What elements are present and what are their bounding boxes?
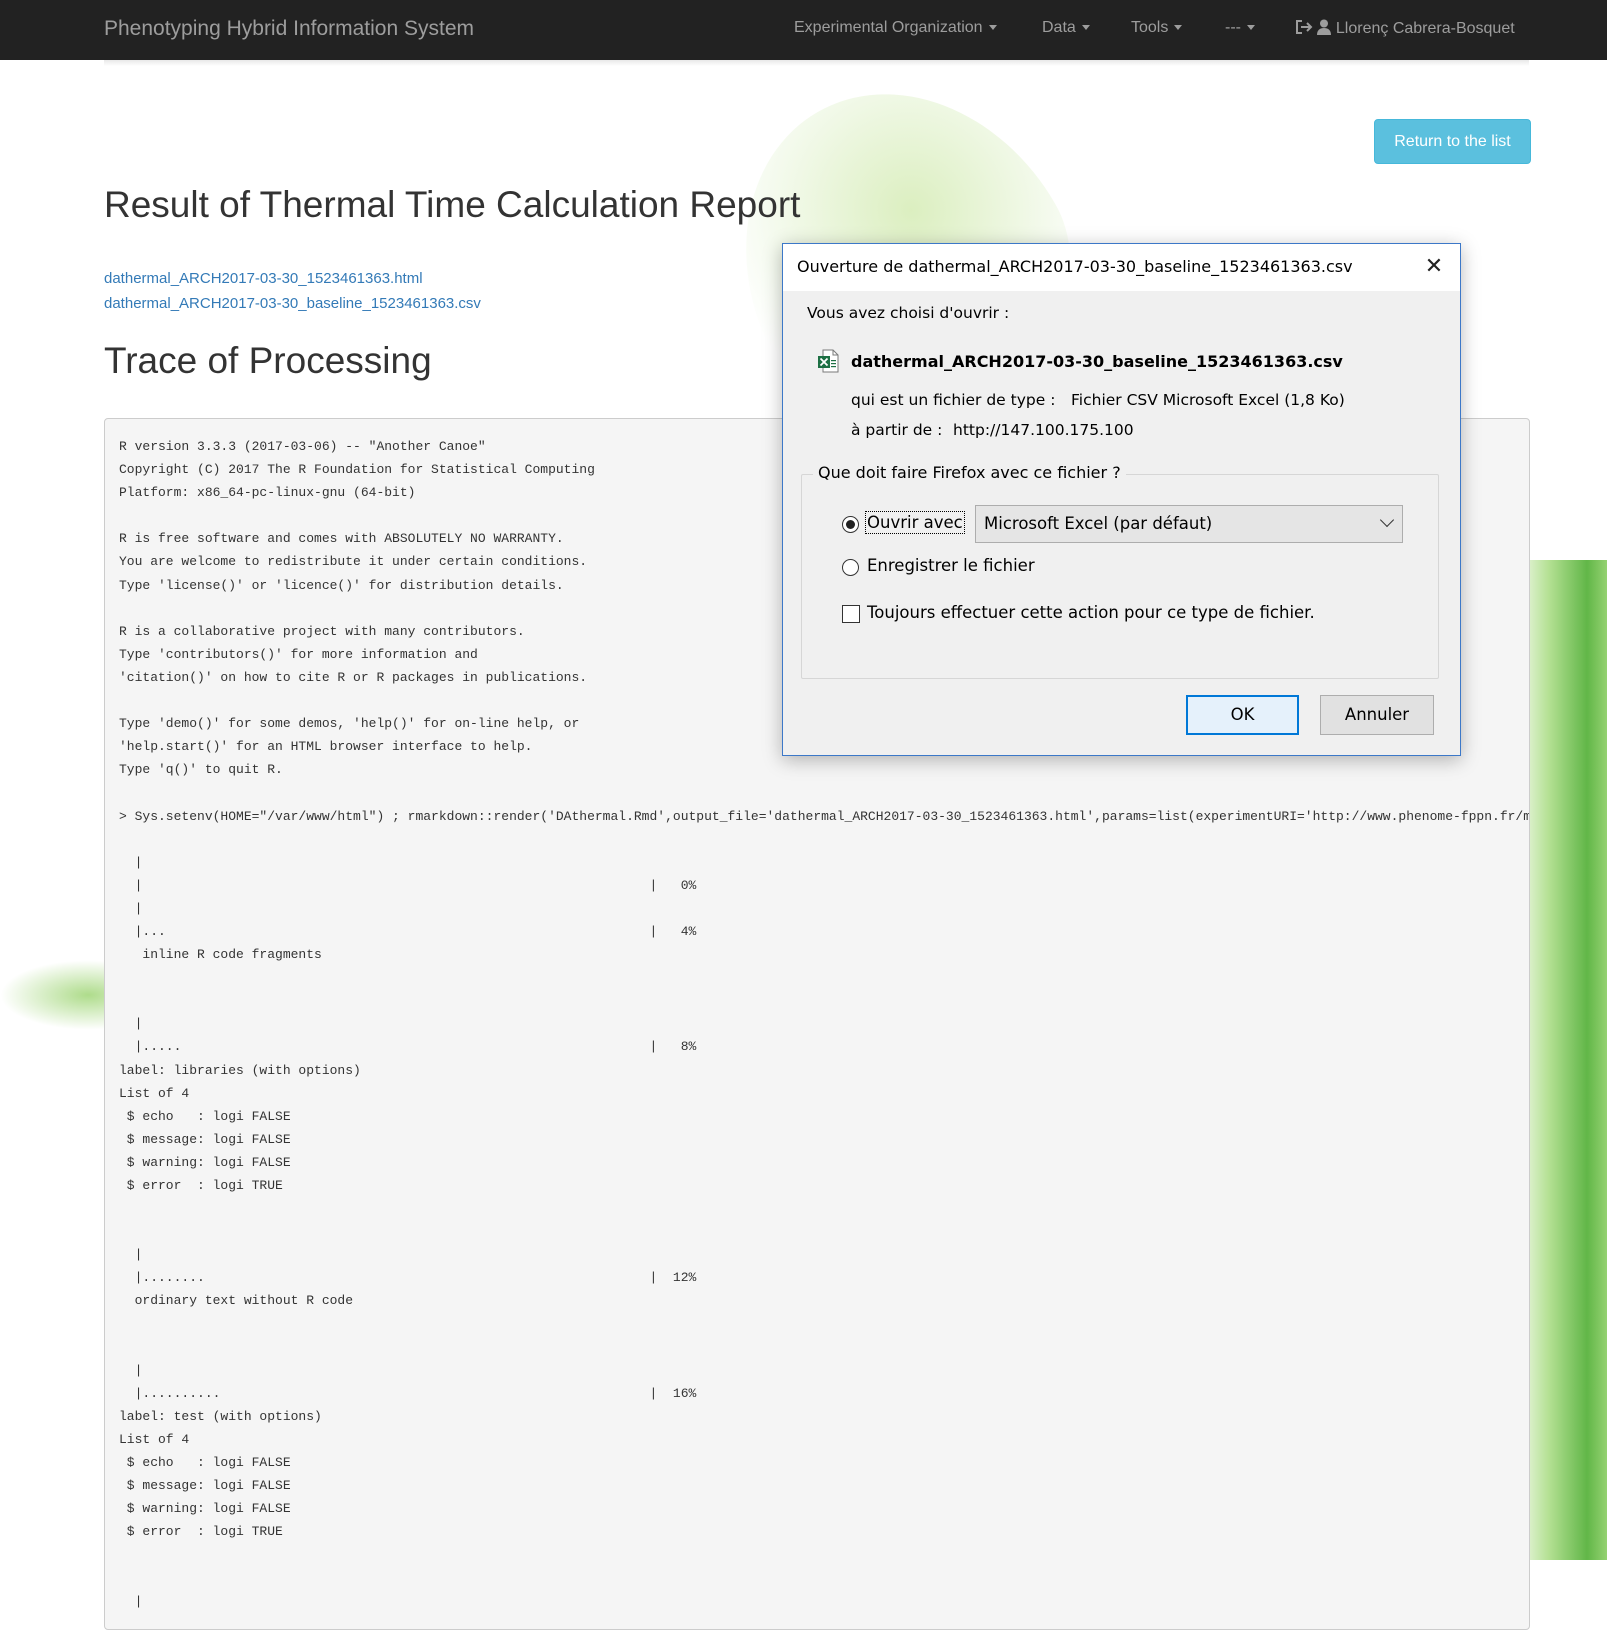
brand-link[interactable]: Phenotyping Hybrid Information System (104, 17, 474, 41)
nav-experimental-organization[interactable]: Experimental Organization (794, 19, 997, 37)
cancel-button[interactable]: Annuler (1320, 695, 1434, 735)
dialog-titlebar[interactable]: Ouverture de dathermal_ARCH2017-03-30_ba… (783, 244, 1460, 291)
nav-data[interactable]: Data (1042, 19, 1090, 37)
open-with-radio[interactable] (842, 516, 859, 533)
ok-button[interactable]: OK (1186, 695, 1299, 735)
caret-down-icon (1081, 25, 1090, 31)
trace-title: Trace of Processing (104, 340, 432, 381)
user-icon (1317, 19, 1332, 35)
user-name: Llorenç Cabrera-Bosquet (1335, 20, 1515, 37)
logout-icon (1296, 20, 1313, 34)
caret-down-icon (988, 25, 997, 31)
nav-more[interactable]: --- (1225, 19, 1255, 37)
nav-label: Experimental Organization (794, 19, 983, 36)
csv-report-link[interactable]: dathermal_ARCH2017-03-30_baseline_152346… (104, 295, 481, 312)
file-source-value: http://147.100.175.100 (953, 421, 1134, 439)
nav-user-logout[interactable]: Llorenç Cabrera-Bosquet (1295, 19, 1515, 38)
background-leaf-decoration (0, 960, 110, 1030)
navbar-shadow (104, 60, 1529, 66)
file-source-label: à partir de : (851, 421, 943, 439)
dialog-intro: Vous avez choisi d'ouvrir : (807, 304, 1010, 322)
nav-tools[interactable]: Tools (1131, 19, 1183, 37)
dialog-title: Ouverture de dathermal_ARCH2017-03-30_ba… (797, 257, 1353, 276)
caret-down-icon (1246, 25, 1255, 31)
html-report-link[interactable]: dathermal_ARCH2017-03-30_1523461363.html (104, 270, 423, 287)
close-icon[interactable]: ✕ (1419, 252, 1449, 282)
caret-down-icon (1174, 25, 1183, 31)
open-file-dialog: Ouverture de dathermal_ARCH2017-03-30_ba… (782, 243, 1461, 756)
action-group-label: Que doit faire Firefox avec ce fichier ? (813, 463, 1126, 482)
file-type-label: qui est un fichier de type : (851, 391, 1056, 409)
excel-file-icon (818, 349, 839, 373)
return-to-list-button[interactable]: Return to the list (1374, 119, 1531, 164)
open-with-select-value: Microsoft Excel (par défaut) (984, 514, 1213, 533)
top-navbar: Phenotyping Hybrid Information System Ex… (0, 0, 1607, 60)
open-with-label[interactable]: Ouvrir avec (865, 511, 965, 534)
dialog-filename: dathermal_ARCH2017-03-30_baseline_152346… (851, 352, 1343, 371)
always-do-label[interactable]: Toujours effectuer cette action pour ce … (867, 603, 1315, 622)
nav-label: Tools (1131, 19, 1169, 36)
page-title: Result of Thermal Time Calculation Repor… (104, 184, 801, 225)
nav-label: --- (1225, 19, 1241, 36)
save-file-label[interactable]: Enregistrer le fichier (867, 556, 1035, 575)
open-with-select[interactable]: Microsoft Excel (par défaut) (975, 505, 1403, 543)
file-type-value: Fichier CSV Microsoft Excel (1,8 Ko) (1071, 391, 1345, 409)
chevron-down-icon (1379, 512, 1395, 528)
nav-label: Data (1042, 19, 1076, 36)
always-do-checkbox[interactable] (842, 605, 860, 623)
save-file-radio[interactable] (842, 559, 859, 576)
